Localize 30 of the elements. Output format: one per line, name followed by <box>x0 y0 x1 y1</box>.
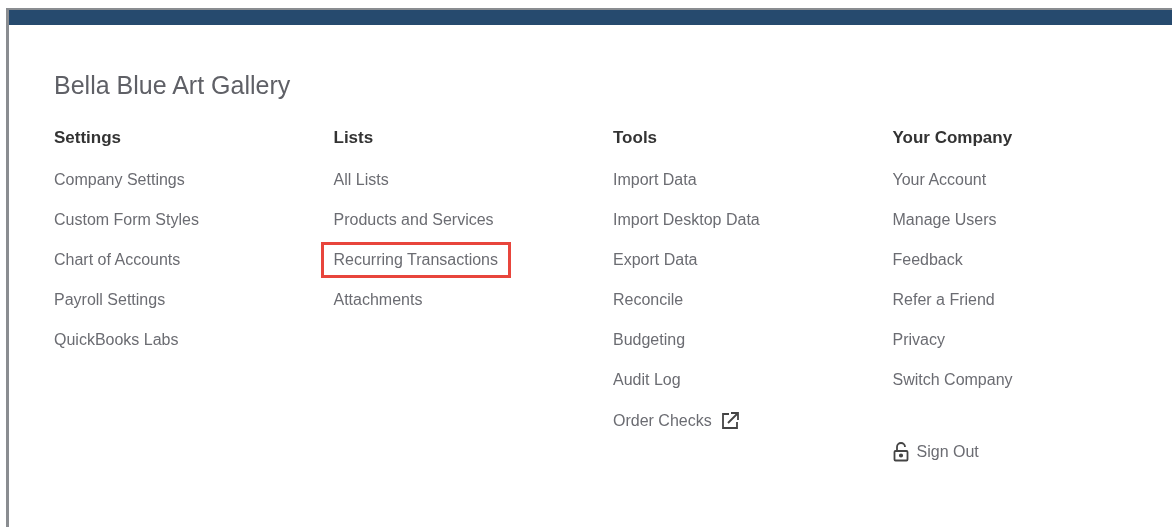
menu-link[interactable]: Company Settings <box>54 168 185 192</box>
menu-link[interactable]: Order Checks <box>613 409 740 433</box>
padlock-icon <box>892 442 909 462</box>
column-heading: Lists <box>333 127 375 149</box>
menu-link[interactable]: Attachments <box>333 288 423 312</box>
menu-link[interactable]: Budgeting <box>613 328 686 352</box>
menu-link[interactable]: Payroll Settings <box>54 288 166 312</box>
menu-link[interactable]: Feedback <box>892 248 963 272</box>
menu-link[interactable]: Manage Users <box>892 208 997 232</box>
menu-link[interactable]: Import Data <box>613 168 697 192</box>
menu-link[interactable]: Refer a Friend <box>892 288 995 312</box>
company-name: Bella Blue Art Gallery <box>54 70 292 101</box>
menu-link[interactable]: Reconcile <box>613 288 684 312</box>
column-heading: Tools <box>613 127 659 149</box>
menu-link[interactable]: Export Data <box>613 248 698 272</box>
menu-link[interactable]: QuickBooks Labs <box>54 328 179 352</box>
column-heading: Settings <box>54 127 123 149</box>
menu-link[interactable]: Your Account <box>892 168 987 192</box>
menu-link[interactable]: Switch Company <box>892 368 1013 392</box>
menu-link[interactable]: Products and Services <box>333 208 494 232</box>
menu-link[interactable]: All Lists <box>333 168 389 192</box>
menu-link[interactable]: Audit Log <box>613 368 681 392</box>
sign-out-link[interactable]: Sign Out <box>892 440 979 464</box>
menu-link[interactable]: Recurring Transactions <box>320 242 511 278</box>
menu-link[interactable]: Chart of Accounts <box>54 248 181 272</box>
column-heading: Your Company <box>892 127 1014 149</box>
menu-link[interactable]: Custom Form Styles <box>54 208 199 232</box>
external-link-icon <box>719 411 740 431</box>
menu-link[interactable]: Privacy <box>892 328 945 352</box>
menu-link[interactable]: Import Desktop Data <box>613 208 760 232</box>
